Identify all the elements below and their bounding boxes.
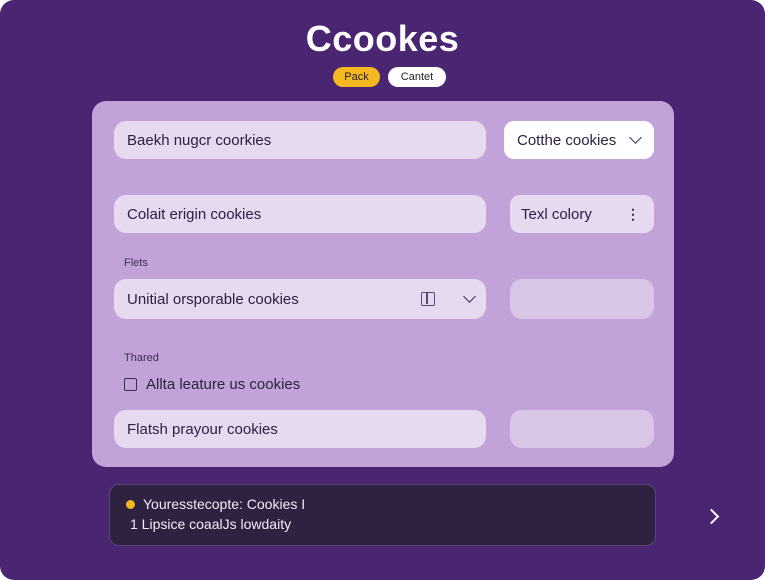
cookie-field-3-text: Unitial orsporable cookies [127,290,299,308]
page-title: Ccookes [305,18,460,59]
cookie-type-dropdown-value: Cotthe cookies [517,131,617,149]
checkbox-row[interactable]: Allta leature us cookies [124,376,300,393]
text-color-dropdown[interactable]: Texl colory ⋮ [510,195,654,233]
cantet-button[interactable]: Cantet [388,67,446,87]
chevron-right-icon [703,508,720,524]
text-color-dropdown-value: Texl colory [521,205,592,223]
notification-banner[interactable]: Youresstecopte: Cookies I 1 Lipsice coaa… [109,484,720,546]
banner-line-1: Youresstecopte: Cookies I [143,496,306,512]
section-label-flets: Flets [124,257,148,269]
cookie-field-4-text: Flatsh prayour cookies [127,420,278,438]
cookie-field-1[interactable]: Baekh nugcr coorkies [114,121,486,159]
calendar-icon[interactable] [421,292,435,306]
cookie-field-1-text: Baekh nugcr coorkies [127,131,272,149]
cookie-type-dropdown[interactable]: Cotthe cookies [504,121,654,159]
cookie-field-4[interactable]: Flatsh prayour cookies [114,410,486,448]
cookie-field-2[interactable]: Colait erigin cookies [114,195,486,233]
section-label-thared: Thared [124,352,159,364]
checkbox[interactable] [124,378,137,391]
chevron-down-icon[interactable] [463,290,476,303]
cookie-field-3[interactable]: Unitial orsporable cookies [114,279,486,319]
app-window: Ccookes Pack Cantet Baekh nugcr coorkies… [0,0,765,580]
cookie-field-2-text: Colait erigin cookies [127,205,262,223]
checkbox-label: Allta leature us cookies [146,376,301,393]
banner-next-button[interactable] [703,485,720,547]
chevron-down-icon [629,131,642,144]
vertical-dots-icon: ⋮ [626,205,640,222]
pack-button[interactable]: Pack [333,67,380,87]
status-dot-icon [126,500,135,509]
empty-input-2[interactable] [510,410,654,448]
empty-input-1[interactable] [510,279,654,319]
banner-line-2: 1 Lipsice coaalJs lowdaity [130,516,292,532]
